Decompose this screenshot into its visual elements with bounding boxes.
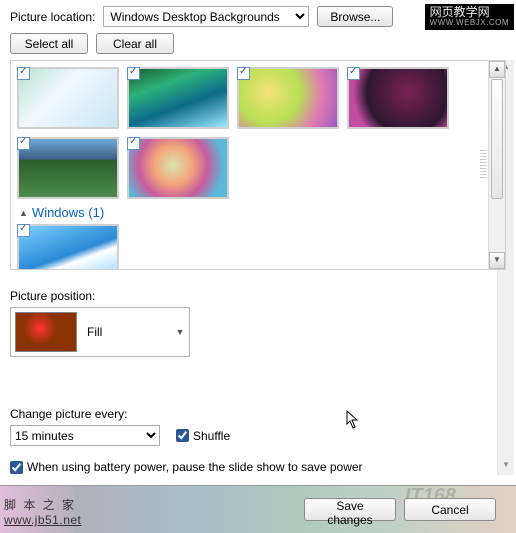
- watermark-top-right: 网页教学网 WWW.WEBJX.COM: [425, 4, 514, 30]
- scroll-up-icon[interactable]: ▲: [489, 61, 505, 78]
- position-label: Picture position:: [10, 289, 95, 303]
- chevron-down-icon[interactable]: ▼: [171, 308, 189, 356]
- wallpaper-thumb[interactable]: [17, 137, 119, 199]
- battery-input[interactable]: [10, 461, 23, 474]
- wallpaper-thumb[interactable]: [127, 137, 229, 199]
- position-value: Fill: [81, 325, 171, 339]
- wallpaper-thumb[interactable]: [127, 67, 229, 129]
- location-select[interactable]: Windows Desktop Backgrounds: [103, 6, 309, 27]
- wallpaper-thumb[interactable]: [17, 67, 119, 129]
- check-icon[interactable]: [17, 224, 30, 237]
- shuffle-checkbox[interactable]: Shuffle: [176, 429, 230, 443]
- desktop-background-panel: ▲ ▼ Picture location: Windows Desktop Ba…: [0, 0, 516, 533]
- check-icon[interactable]: [127, 67, 140, 80]
- position-preview-icon: [15, 312, 77, 352]
- check-icon[interactable]: [17, 137, 30, 150]
- interval-label: Change picture every:: [10, 407, 127, 421]
- lower-options: Picture position: Fill ▼ Change picture …: [10, 285, 490, 474]
- cancel-button[interactable]: Cancel: [404, 498, 496, 521]
- interval-select[interactable]: 15 minutes: [10, 425, 160, 446]
- check-icon[interactable]: [17, 67, 30, 80]
- collapse-icon[interactable]: ▲: [19, 208, 28, 218]
- watermark-bottom-left: 脚 本 之 家 www.jb51.net: [4, 498, 81, 529]
- category-header[interactable]: ▲ Windows (1): [19, 205, 499, 220]
- scroll-down-icon[interactable]: ▼: [489, 252, 505, 269]
- scroll-down-icon[interactable]: ▼: [498, 458, 514, 475]
- cursor-icon: [346, 410, 360, 430]
- battery-label: When using battery power, pause the slid…: [27, 460, 363, 474]
- check-icon[interactable]: [127, 137, 140, 150]
- resize-grip-icon[interactable]: [480, 150, 487, 180]
- wallpaper-thumb[interactable]: [237, 67, 339, 129]
- position-select[interactable]: Fill ▼: [10, 307, 190, 357]
- browse-button[interactable]: Browse...: [317, 6, 393, 27]
- wallpaper-gallery: ▲ ▼ ▲ Windows (1): [10, 60, 506, 270]
- shuffle-input[interactable]: [176, 429, 189, 442]
- wallpaper-thumb[interactable]: [17, 224, 119, 270]
- gallery-inner: ▲ Windows (1): [11, 61, 505, 270]
- selection-row: Select all Clear all: [0, 31, 516, 60]
- clear-all-button[interactable]: Clear all: [96, 33, 174, 54]
- category-label: Windows (1): [32, 205, 104, 220]
- gallery-scrollbar[interactable]: ▲ ▼: [488, 61, 505, 269]
- check-icon[interactable]: [237, 67, 250, 80]
- shuffle-label: Shuffle: [193, 429, 230, 443]
- scroll-thumb[interactable]: [491, 79, 503, 199]
- location-label: Picture location:: [10, 10, 95, 24]
- wallpaper-thumb[interactable]: [347, 67, 449, 129]
- battery-checkbox[interactable]: When using battery power, pause the slid…: [10, 460, 363, 474]
- select-all-button[interactable]: Select all: [10, 33, 88, 54]
- save-button[interactable]: Save changes: [304, 498, 396, 521]
- check-icon[interactable]: [347, 67, 360, 80]
